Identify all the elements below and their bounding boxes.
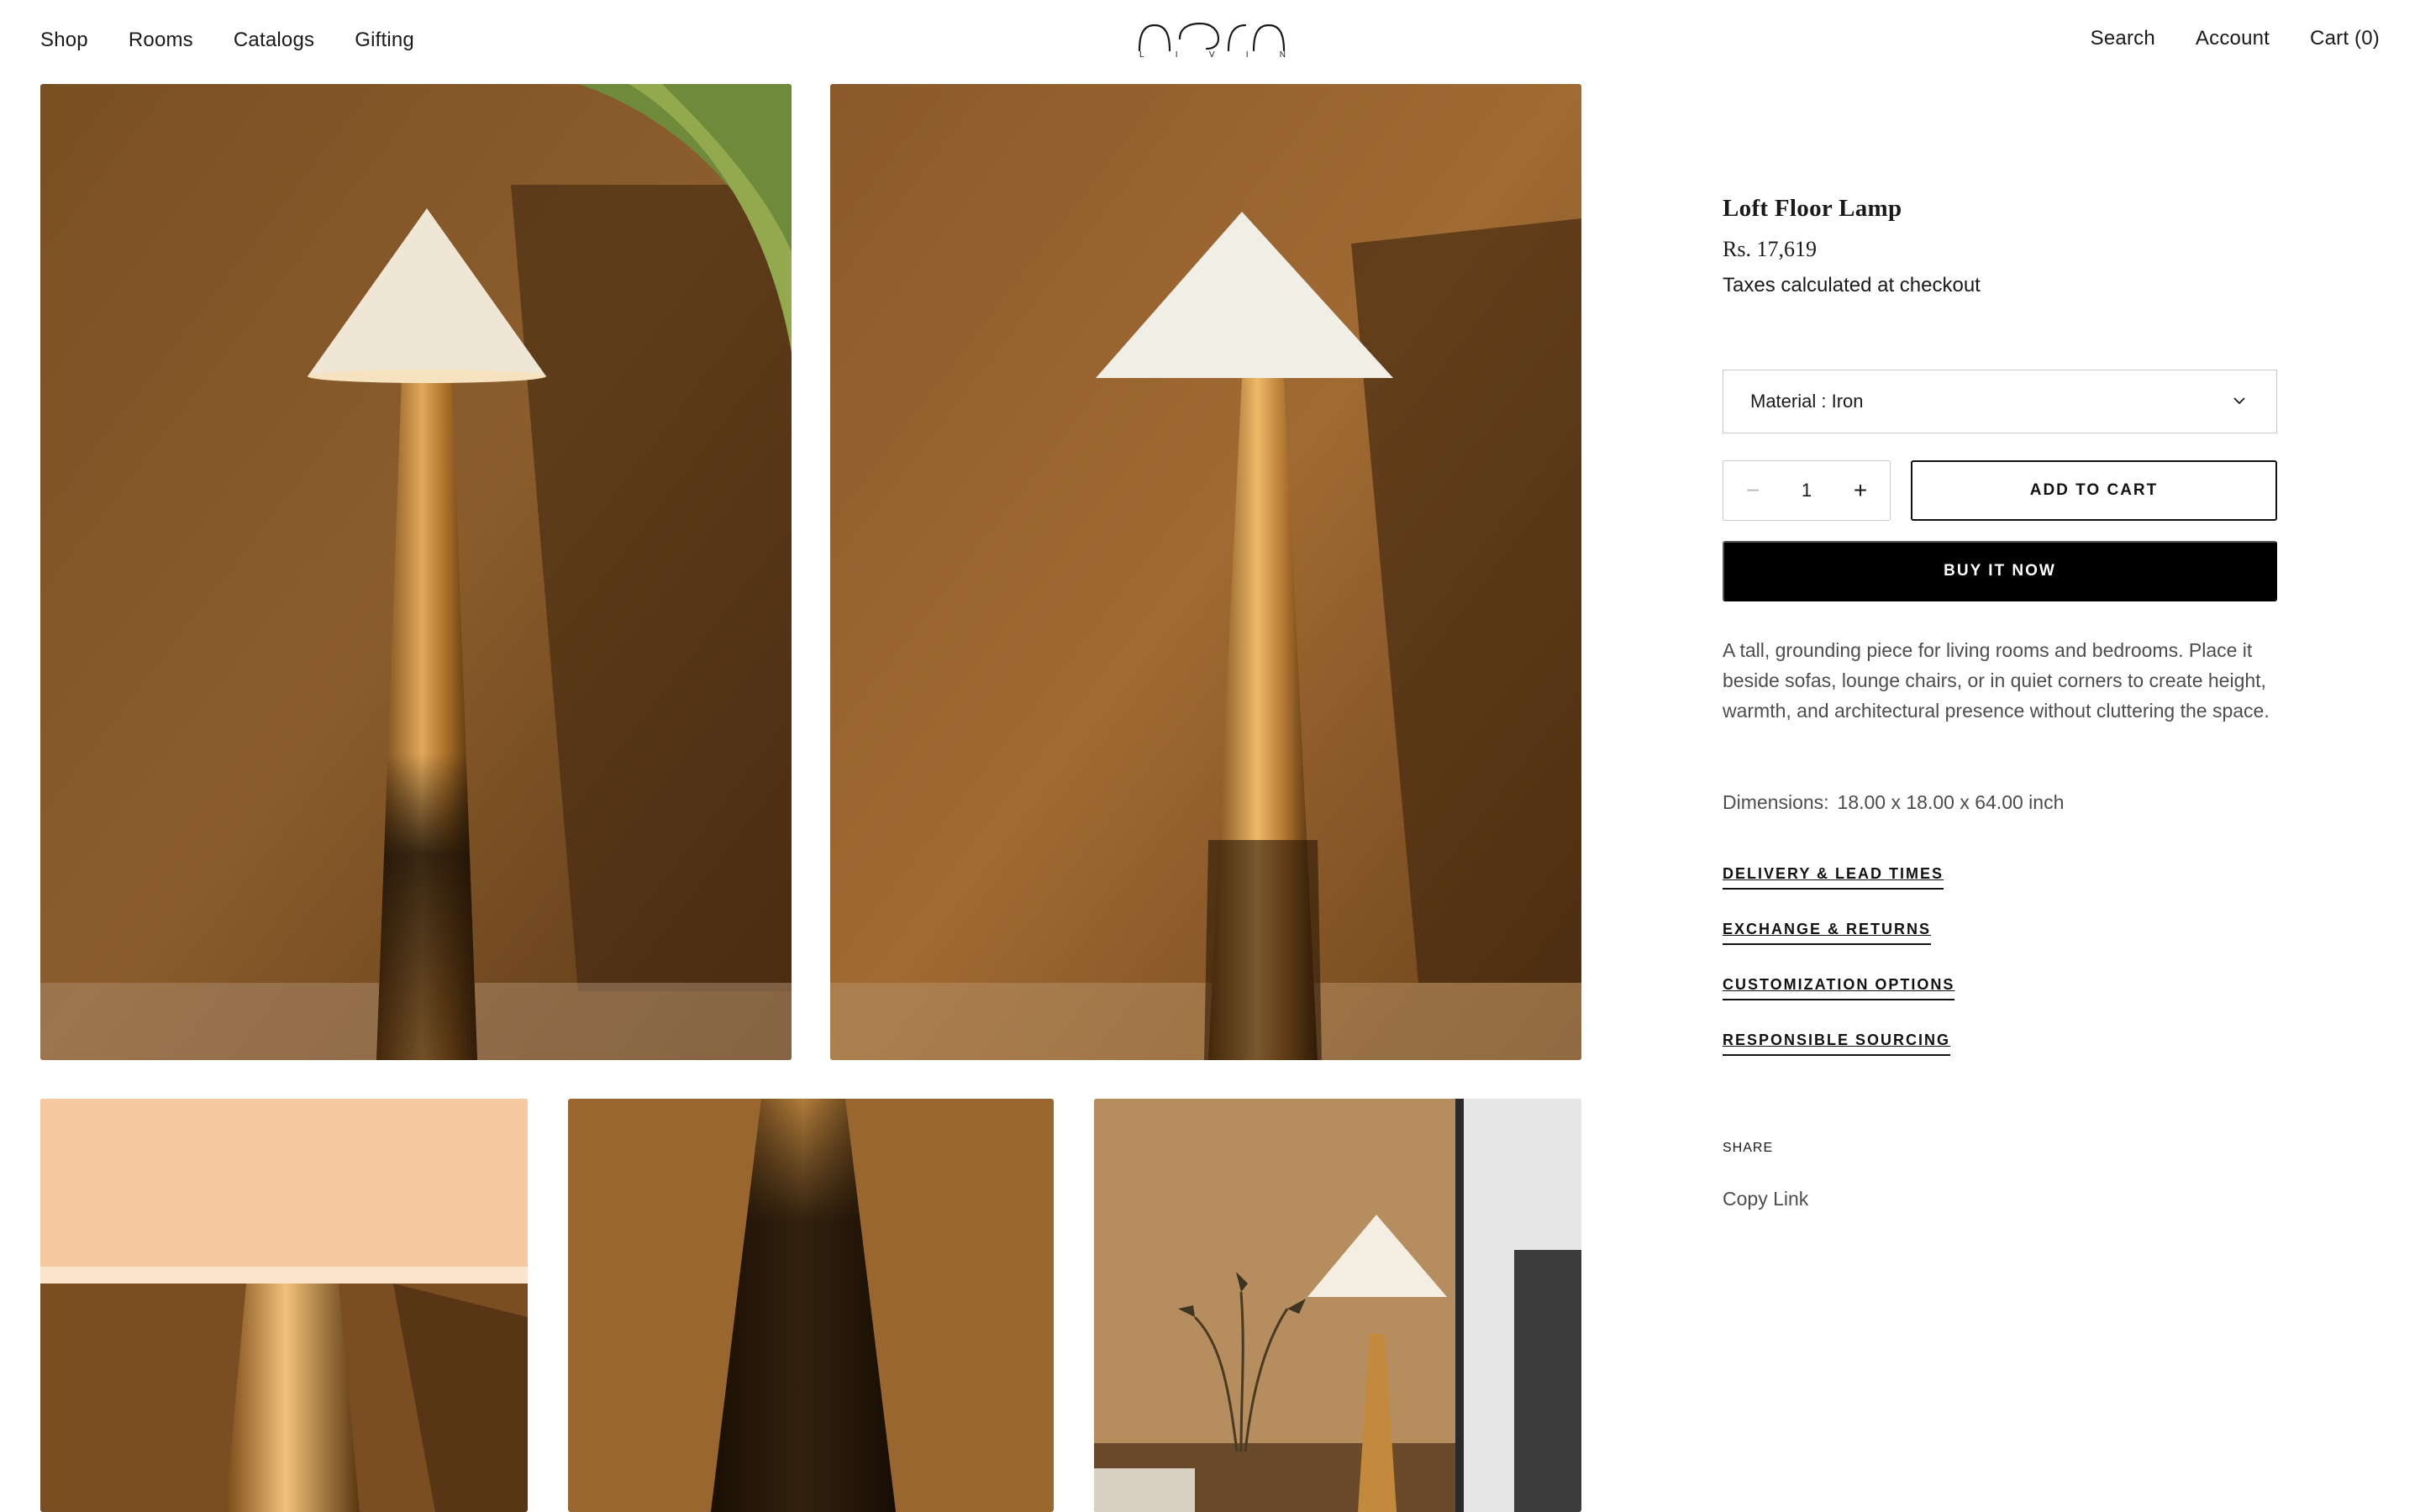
cart-link[interactable]: Cart (0)	[2310, 27, 2380, 50]
lamp-room-image[interactable]	[1094, 1099, 1581, 1512]
lamp-front-image[interactable]	[40, 84, 792, 1060]
logo-letter: V	[1208, 50, 1217, 60]
lamp-base-closeup-image[interactable]	[568, 1099, 1054, 1512]
product-price: Rs. 17,619	[1723, 237, 1817, 261]
material-select-value: Material : Iron	[1750, 391, 1864, 412]
lamp-shade-closeup-image[interactable]	[40, 1099, 528, 1512]
material-select[interactable]: Material : Iron	[1723, 370, 2277, 433]
delivery-lead-times-link[interactable]: DELIVERY & LEAD TIMES	[1723, 865, 1944, 890]
quantity-value[interactable]: 1	[1802, 480, 1812, 501]
dimensions-value: 18.00 x 18.00 x 64.00 inch	[1837, 791, 2065, 813]
product-description: A tall, grounding piece for living rooms…	[1723, 639, 2270, 722]
nav-catalogs[interactable]: Catalogs	[234, 29, 314, 52]
quantity-decrease-button[interactable]: −	[1740, 479, 1765, 502]
main-nav: Shop Rooms Catalogs Gifting	[40, 29, 414, 52]
account-link[interactable]: Account	[2196, 27, 2270, 50]
copy-link-button[interactable]: Copy Link	[1723, 1188, 1808, 1210]
dimensions-label: Dimensions:	[1723, 791, 1829, 813]
logo-letter: L	[1139, 50, 1146, 60]
product-dimensions: Dimensions: 18.00 x 18.00 x 64.00 inch	[1723, 791, 2064, 814]
customization-options-link[interactable]: CUSTOMIZATION OPTIONS	[1723, 976, 1955, 1000]
logo-letter: I	[1245, 50, 1250, 60]
search-link[interactable]: Search	[2091, 27, 2155, 50]
brand-logo-letters: L I V I N	[1139, 50, 1287, 60]
logo-letter: I	[1175, 50, 1180, 60]
utility-nav: Search Account Cart (0)	[2091, 27, 2380, 50]
chevron-down-icon	[2233, 397, 2245, 405]
logo-letter: N	[1279, 50, 1287, 60]
lamp-side-image[interactable]	[830, 84, 1581, 1060]
buy-now-button[interactable]: BUY IT NOW	[1723, 541, 2277, 601]
share-label: SHARE	[1723, 1141, 1774, 1155]
nav-shop[interactable]: Shop	[40, 29, 88, 52]
responsible-sourcing-link[interactable]: RESPONSIBLE SOURCING	[1723, 1032, 1951, 1056]
site-header: Shop Rooms Catalogs Gifting L I V I N Se…	[0, 0, 2420, 84]
tax-note: Taxes calculated at checkout	[1723, 274, 1981, 297]
nav-rooms[interactable]: Rooms	[129, 29, 193, 52]
add-to-cart-button[interactable]: ADD TO CART	[1911, 460, 2277, 521]
exchange-returns-link[interactable]: EXCHANGE & RETURNS	[1723, 921, 1932, 945]
quantity-stepper: − 1 +	[1723, 460, 1891, 521]
product-title: Loft Floor Lamp	[1723, 195, 1902, 222]
quantity-increase-button[interactable]: +	[1848, 479, 1873, 502]
nav-gifting[interactable]: Gifting	[355, 29, 414, 52]
